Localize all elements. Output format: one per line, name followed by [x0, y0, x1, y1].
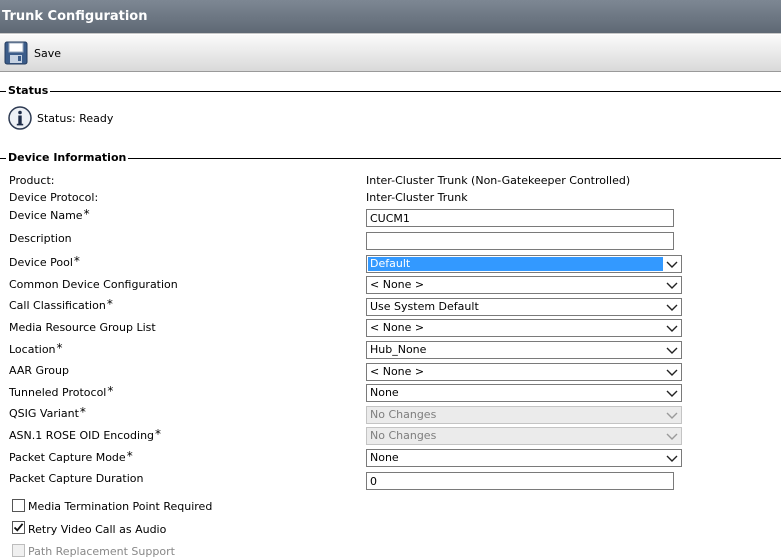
required-marker: *	[83, 207, 90, 221]
packet-capture-mode-value: None	[370, 451, 399, 464]
status-row: Status: Ready	[8, 106, 113, 130]
chevron-down-icon	[666, 369, 678, 376]
device-pool-value: Default	[368, 257, 663, 271]
required-marker: *	[106, 297, 113, 311]
status-text: Status: Ready	[37, 111, 114, 125]
location-value: Hub_None	[370, 343, 427, 356]
chevron-down-icon	[666, 261, 678, 268]
qsig-variant-value: No Changes	[370, 408, 437, 421]
common-device-config-label: Common Device Configuration	[9, 278, 178, 291]
page-title: Trunk Configuration	[0, 0, 781, 34]
required-marker: *	[126, 449, 133, 463]
save-button-label: Save	[34, 46, 62, 60]
product-label: Product:	[9, 174, 55, 187]
chevron-down-icon	[666, 282, 678, 289]
device-info-section-title: Device Information	[6, 151, 129, 164]
status-section-header: Status	[0, 84, 781, 97]
aar-group-select[interactable]: < None >	[366, 363, 682, 381]
chevron-down-icon	[666, 433, 678, 440]
retry-video-label: Retry Video Call as Audio	[28, 523, 167, 536]
device-protocol-value: Inter-Cluster Trunk	[366, 191, 468, 204]
retry-video-checkbox[interactable]	[12, 521, 25, 534]
mrgl-value: < None >	[370, 321, 425, 334]
tunneled-protocol-select[interactable]: None	[366, 384, 682, 402]
aar-group-label: AAR Group	[9, 364, 69, 377]
mtp-required-checkbox[interactable]	[12, 499, 25, 512]
toolbar: Save	[0, 35, 781, 72]
device-name-label: Device Name*	[9, 207, 90, 222]
common-device-config-value: < None >	[370, 278, 425, 291]
status-section-title: Status	[6, 84, 51, 97]
qsig-variant-select: No Changes	[366, 406, 682, 424]
path-replacement-label: Path Replacement Support	[28, 545, 175, 558]
floppy-disk-icon	[4, 41, 28, 65]
required-marker: *	[155, 427, 162, 441]
asn-rose-label: ASN.1 ROSE OID Encoding*	[9, 427, 162, 442]
chevron-down-icon	[666, 347, 678, 354]
call-classification-label: Call Classification*	[9, 297, 113, 312]
asn-rose-select: No Changes	[366, 427, 682, 445]
device-pool-select[interactable]: Default	[366, 255, 682, 273]
info-icon	[8, 106, 32, 130]
checkmark-icon	[13, 523, 24, 532]
packet-capture-mode-select[interactable]: None	[366, 449, 682, 467]
device-name-input[interactable]	[366, 209, 674, 227]
chevron-down-icon	[666, 304, 678, 311]
chevron-down-icon	[666, 325, 678, 332]
aar-group-value: < None >	[370, 365, 425, 378]
required-marker: *	[73, 254, 80, 268]
call-classification-value: Use System Default	[370, 300, 479, 313]
common-device-config-select[interactable]: < None >	[366, 276, 682, 294]
chevron-down-icon	[666, 412, 678, 419]
packet-capture-mode-label: Packet Capture Mode*	[9, 449, 133, 464]
required-marker: *	[79, 405, 86, 419]
mrgl-label: Media Resource Group List	[9, 321, 156, 334]
mtp-required-label: Media Termination Point Required	[28, 500, 213, 513]
location-select[interactable]: Hub_None	[366, 341, 682, 359]
required-marker: *	[107, 384, 114, 398]
mrgl-select[interactable]: < None >	[366, 319, 682, 337]
packet-capture-duration-input[interactable]	[366, 472, 674, 490]
tunneled-protocol-label: Tunneled Protocol*	[9, 384, 114, 399]
qsig-variant-label: QSIG Variant*	[9, 405, 86, 420]
path-replacement-checkbox	[12, 544, 25, 557]
device-pool-label: Device Pool*	[9, 254, 80, 269]
location-label: Location*	[9, 341, 63, 356]
description-label: Description	[9, 232, 72, 245]
save-button[interactable]: Save	[4, 41, 61, 65]
chevron-down-icon	[666, 455, 678, 462]
tunneled-protocol-value: None	[370, 386, 399, 399]
asn-rose-value: No Changes	[370, 429, 437, 442]
chevron-down-icon	[666, 390, 678, 397]
device-info-section-header: Device Information	[0, 151, 781, 164]
required-marker: *	[56, 341, 63, 355]
device-protocol-label: Device Protocol:	[9, 191, 99, 204]
packet-capture-duration-label: Packet Capture Duration	[9, 472, 144, 485]
call-classification-select[interactable]: Use System Default	[366, 298, 682, 316]
product-value: Inter-Cluster Trunk (Non-Gatekeeper Cont…	[366, 174, 631, 187]
description-input[interactable]	[366, 232, 674, 250]
